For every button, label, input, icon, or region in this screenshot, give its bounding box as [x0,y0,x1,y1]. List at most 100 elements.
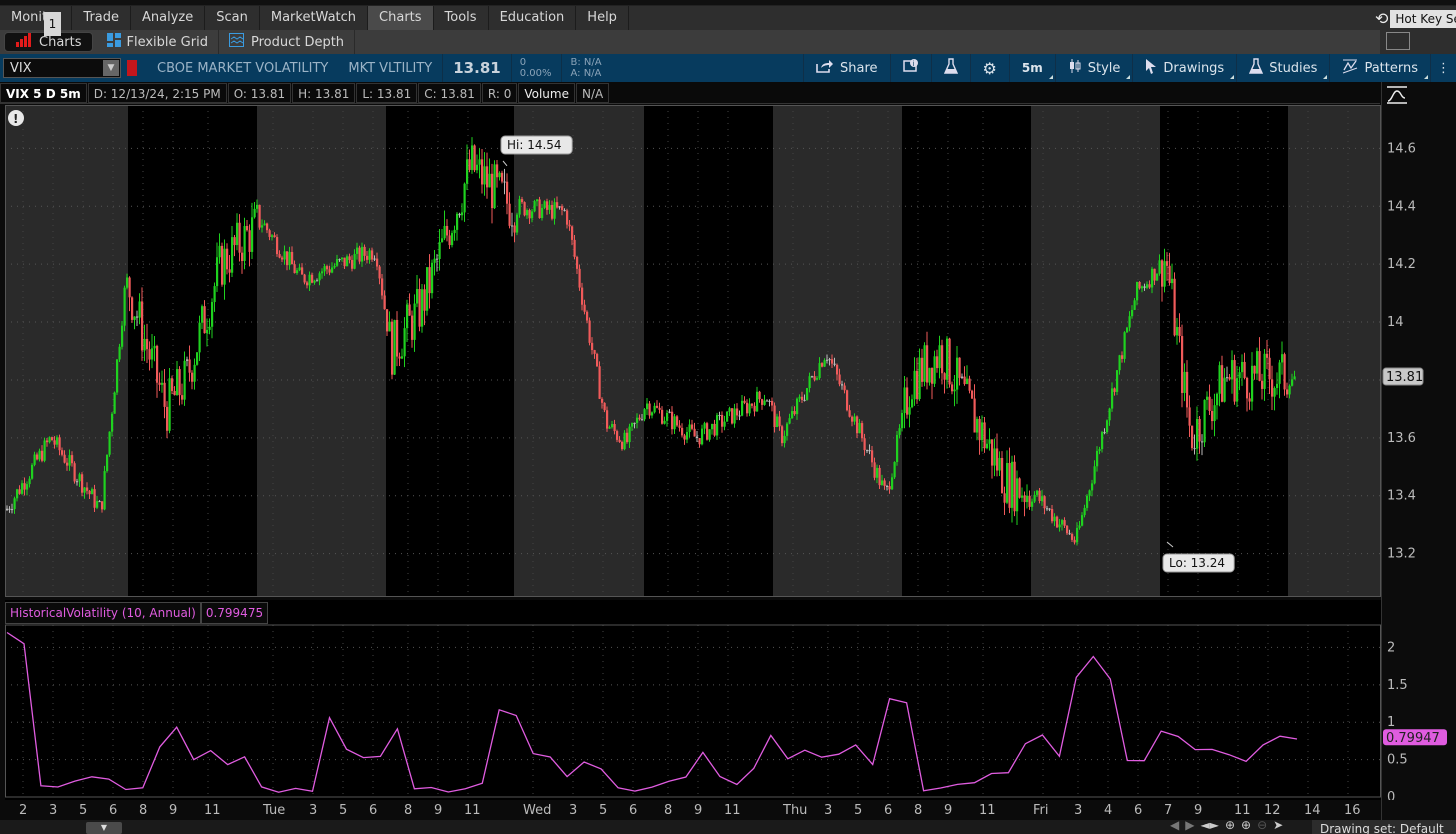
candle-body [861,423,864,439]
candle-body [876,467,879,478]
time-tick-label: 9 [169,803,177,818]
layout-box-icon[interactable] [1386,32,1410,50]
studies-button[interactable]: Studies [1236,54,1329,82]
candle-body [726,411,729,422]
time-tick-label: Wed [523,803,551,818]
candle-body [756,391,759,412]
candle-body [953,389,956,392]
menu-item-education[interactable]: Education [489,6,577,30]
candle-body [411,315,414,340]
candle-body [781,426,784,444]
candle-body [943,373,946,380]
candle-body [646,403,649,410]
symbol-input[interactable]: VIX ▼ [3,58,121,78]
candle-body [1093,466,1096,484]
candle-body [1226,377,1229,379]
scroll-left-icon[interactable]: ◀ [1170,818,1179,832]
candle-body [798,396,801,399]
time-tick-label: 4 [1104,803,1112,818]
candle-body [791,411,794,419]
candle-body [418,288,421,327]
crosshair-icon[interactable]: ⊕ [1225,818,1235,832]
candle-body [491,173,494,209]
candle-body [708,429,711,440]
low-annotation-text: Lo: 13.24 [1169,556,1225,570]
candle-body [71,455,74,464]
zoom-out-icon[interactable]: ⊖ [1257,818,1267,832]
hotkey-settings[interactable]: ⟲ Hot Key Se [1375,9,1456,28]
price-chart[interactable]: Hi: 14.54 Lo: 13.24! [5,105,1381,597]
candle-body [238,222,241,253]
candle-body [313,280,316,283]
candle-body [1198,418,1201,442]
fit-icon[interactable]: ◄► [1200,818,1218,832]
more-button[interactable]: ⋮ [1430,54,1456,82]
volume-label: Volume [518,82,575,103]
study-name[interactable]: HistoricalVolatility (10, Annual) [5,602,201,624]
menu-item-scan[interactable]: Scan [205,6,260,30]
scroll-right-icon[interactable]: ▶ [1185,818,1194,832]
candle-body [1116,370,1119,392]
candle-body [673,416,676,430]
drawings-button[interactable]: Drawings [1132,54,1236,82]
zoom-in-icon[interactable]: ⊕ [1241,818,1251,832]
candle-body [848,410,851,417]
candle-body [746,402,749,414]
candle-body [443,225,446,239]
menu-item-tools[interactable]: Tools [434,6,489,30]
menu-item-analyze[interactable]: Analyze [131,6,206,30]
style-button[interactable]: Style [1054,54,1133,82]
candle-body [143,338,146,351]
candle-body [806,388,809,400]
settings-button[interactable]: ⚙ [969,54,1009,82]
aggregation-button[interactable]: 5m [1008,54,1055,82]
candle-body [903,387,906,413]
candle-body [153,345,156,349]
study-chart[interactable] [5,600,1381,800]
candle-body [1071,534,1074,540]
share-button[interactable]: Share [803,54,890,82]
study-last-label: 0.79947 [1386,731,1440,746]
candle-body [1118,355,1121,371]
time-tick-label: 9 [434,803,442,818]
subtab-flexible-grid[interactable]: Flexible Grid [97,30,219,54]
candle-body [643,409,646,420]
menu-item-monitor[interactable]: Monitor [0,6,73,30]
menu-item-marketwatch[interactable]: MarketWatch [260,6,369,30]
symbol-value[interactable]: VIX [10,61,32,76]
pointer-icon[interactable]: ➤ [1273,818,1283,832]
candle-body [913,370,916,400]
candle-body [941,345,944,374]
expand-studies-icon[interactable] [1385,84,1415,106]
hotkey-icon[interactable]: ⟲ [1375,9,1388,28]
candle-body [661,409,664,424]
candle-body [978,418,981,441]
layout-toggle[interactable] [1380,30,1456,54]
candle-body [788,418,791,424]
symbol-dropdown-icon[interactable]: ▼ [103,60,119,76]
menu-item-trade[interactable]: Trade [72,6,132,30]
candle-body [148,349,151,360]
study-tick-label: 0 [1387,790,1395,800]
flask-button[interactable] [930,54,970,82]
candle-body [581,287,584,305]
candle-body [808,376,811,389]
aggregation-label: 5m [1021,61,1043,75]
candle-body [206,329,209,334]
link-group-flag-icon[interactable] [127,60,137,76]
subtab-product-depth[interactable]: Product Depth [219,30,356,54]
candle-body [1013,461,1016,512]
scroll-thumb[interactable]: ▼ [86,822,122,834]
candle-body [588,320,591,343]
candle-body [923,345,926,382]
candle-body [56,437,59,445]
patterns-button[interactable]: Patterns [1329,54,1430,82]
candle-body [971,390,974,399]
cursor-icon [1145,58,1157,78]
drawing-set-selector[interactable]: Drawing set: Default [1312,820,1456,834]
candle-body [608,427,611,429]
symbol-description: CBOE MARKET VOLATILITY [157,60,329,76]
menu-item-charts[interactable]: Charts [368,6,434,30]
info-button[interactable]: i [889,54,931,82]
menu-item-help[interactable]: Help [576,6,629,30]
